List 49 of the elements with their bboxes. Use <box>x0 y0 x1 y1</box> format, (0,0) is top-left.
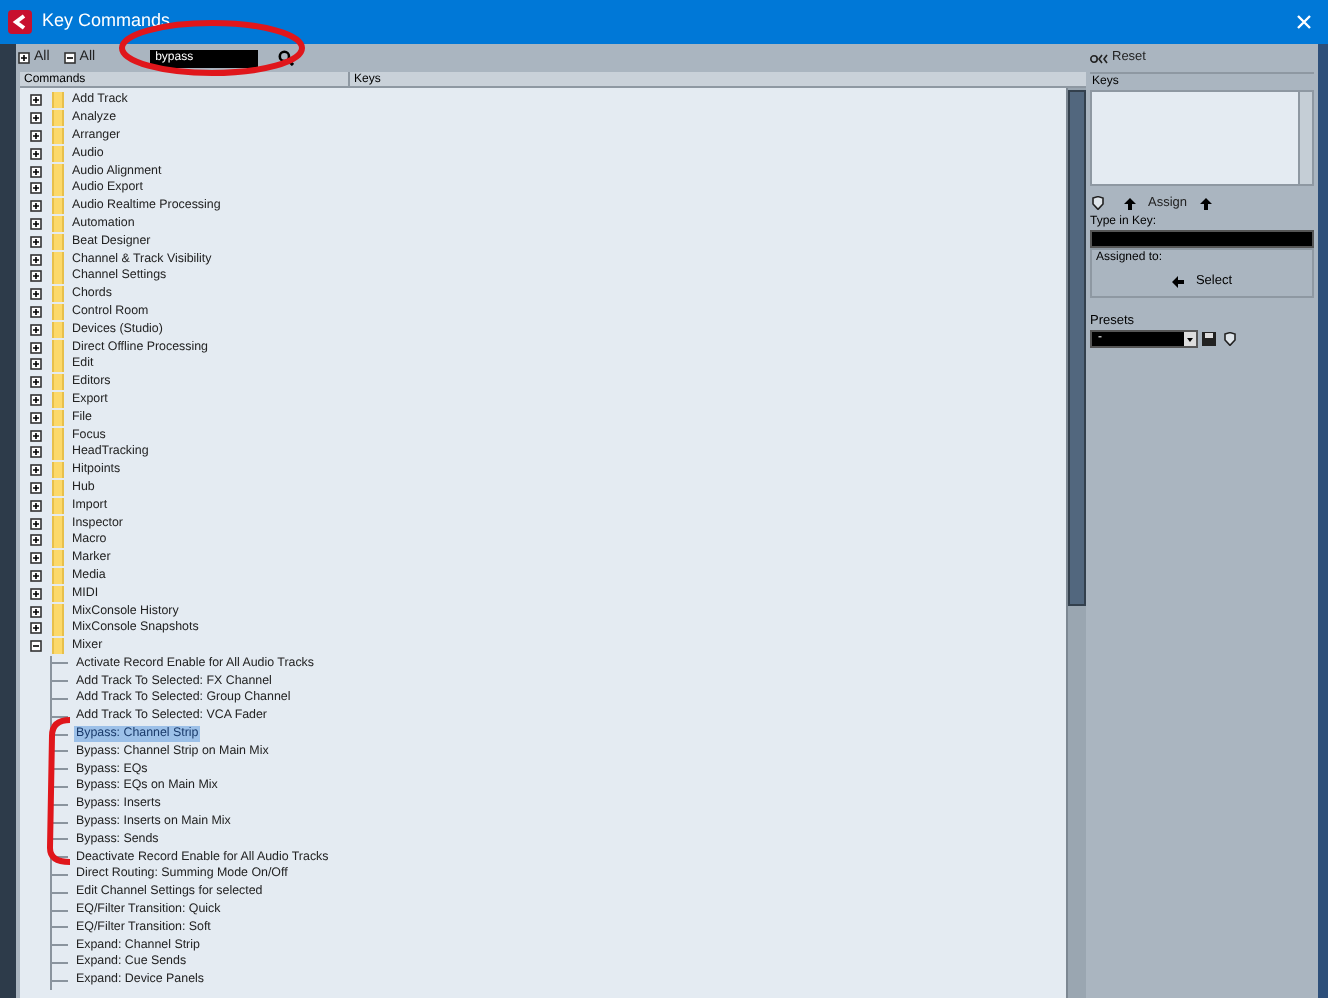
expand-icon[interactable] <box>30 112 42 125</box>
type-in-key-field[interactable] <box>1090 230 1314 248</box>
window-title: Key Commands <box>42 8 171 35</box>
expand-icon[interactable] <box>30 376 42 389</box>
expand-icon[interactable] <box>30 235 42 248</box>
expand-icon[interactable] <box>30 94 42 107</box>
expand-icon[interactable] <box>30 393 42 406</box>
scroll-thumb[interactable] <box>1068 90 1086 606</box>
expand-icon[interactable] <box>30 147 42 160</box>
expand-icon[interactable] <box>30 270 42 283</box>
expand-icon[interactable] <box>30 253 42 266</box>
expand-icon[interactable] <box>30 622 42 635</box>
expand-icon[interactable] <box>30 587 42 600</box>
up-arrow-icon <box>1199 197 1212 209</box>
expand-icon[interactable] <box>30 429 42 442</box>
expand-icon[interactable] <box>30 605 42 617</box>
expand-icon[interactable] <box>30 165 42 178</box>
expand-icon[interactable] <box>30 552 42 565</box>
expand-icon[interactable] <box>30 305 42 318</box>
close-icon[interactable] <box>1296 14 1312 30</box>
expand-icon[interactable] <box>30 411 42 424</box>
expand-icon[interactable] <box>30 129 42 142</box>
expand-icon[interactable] <box>30 288 42 301</box>
expand-icon[interactable] <box>30 182 42 195</box>
scrollbar[interactable] <box>1066 88 1086 998</box>
left-arrow-icon <box>1171 276 1184 289</box>
expand-icon[interactable] <box>30 446 42 459</box>
shield-icon[interactable] <box>1092 196 1104 210</box>
reset-icon <box>1090 53 1108 63</box>
plus-box-icon[interactable] <box>18 52 30 64</box>
expand-icon[interactable] <box>30 358 42 371</box>
app-logo-icon <box>8 10 32 34</box>
expand-icon[interactable] <box>30 200 42 213</box>
dropdown-arrow-icon[interactable] <box>1184 332 1196 346</box>
expand-icon[interactable] <box>30 481 42 494</box>
collapse-icon[interactable] <box>30 640 42 653</box>
shield-icon[interactable] <box>1224 332 1236 346</box>
expand-icon[interactable] <box>30 517 42 530</box>
expand-icon[interactable] <box>30 499 42 512</box>
expand-icon[interactable] <box>30 569 42 582</box>
minus-box-icon[interactable] <box>63 52 76 64</box>
save-icon[interactable] <box>1202 332 1216 346</box>
expand-icon[interactable] <box>30 534 42 547</box>
expand-icon[interactable] <box>30 217 42 230</box>
search-icon[interactable] <box>277 50 294 66</box>
expand-icon[interactable] <box>30 464 42 477</box>
expand-icon[interactable] <box>30 323 42 336</box>
up-arrow-icon <box>1124 197 1136 209</box>
expand-icon[interactable] <box>30 341 42 354</box>
